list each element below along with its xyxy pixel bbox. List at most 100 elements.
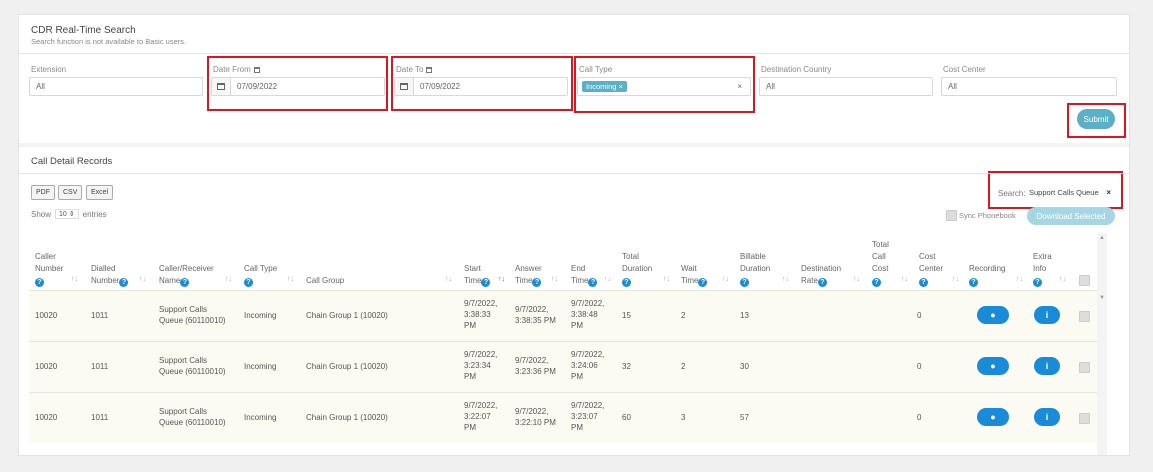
pdf-button[interactable]: PDF xyxy=(31,185,55,200)
extension-select[interactable]: All xyxy=(29,77,203,96)
duration-cell: 60 xyxy=(622,413,631,422)
col-caller-receiver-name[interactable]: Caller/Receiver Name? xyxy=(159,263,214,287)
call-type-cell: Incoming xyxy=(244,311,277,320)
sync-phonebook[interactable]: Sync Phonebook xyxy=(946,210,1016,221)
divider xyxy=(19,53,1129,54)
sort-arrows-icon[interactable]: ↑↓ xyxy=(225,276,232,283)
start-time-cell: 9/7/2022, 3:23:34 PM xyxy=(464,350,498,381)
sort-arrows-icon[interactable]: ↑↓ xyxy=(287,276,294,283)
start-time-cell: 9/7/2022, 3:38:33 PM xyxy=(464,299,498,330)
name-cell: Support Calls Queue (60110010) xyxy=(159,356,226,376)
sort-arrows-icon[interactable]: ↑↓ xyxy=(722,276,729,283)
col-answer-time[interactable]: Answer Time? xyxy=(515,263,542,287)
col-dialled-number[interactable]: Dialled Number? xyxy=(91,263,129,287)
cost-center-value: All xyxy=(948,82,957,91)
info-button[interactable]: i xyxy=(1034,357,1060,375)
sort-arrows-icon[interactable]: ↑↓ xyxy=(551,276,558,283)
col-call-type[interactable]: Call Type ? xyxy=(244,263,277,287)
cdr-page: CDR Real-Time Search Search function is … xyxy=(18,14,1130,456)
question-circle-icon: ? xyxy=(740,278,749,287)
info-button[interactable]: i xyxy=(1034,306,1060,324)
scroll-up-icon[interactable]: ▲ xyxy=(1099,235,1105,241)
answer-time-cell: 9/7/2022, 3:22:10 PM xyxy=(515,407,556,427)
search-clear-icon[interactable]: × xyxy=(1106,188,1111,197)
col-recording[interactable]: Recording ? xyxy=(969,263,1005,287)
col-destination-rate[interactable]: Destination Rate? xyxy=(801,263,841,287)
col-start-time[interactable]: Start Time? xyxy=(464,263,491,287)
wait-cell: 2 xyxy=(681,362,686,371)
cost-center-cell: 0 xyxy=(917,311,922,320)
caller-number-cell: 10020 xyxy=(35,413,58,422)
caller-number-cell: 10020 xyxy=(35,362,58,371)
sort-arrows-icon[interactable]: ↑↓ xyxy=(1016,276,1023,283)
question-circle-icon: ? xyxy=(969,278,978,287)
entries-select[interactable]: 10 ⇕ xyxy=(55,209,79,219)
name-cell: Support Calls Queue (60110010) xyxy=(159,305,226,325)
col-total-duration[interactable]: Total Duration ? xyxy=(622,251,652,287)
info-button[interactable]: i xyxy=(1034,408,1060,426)
col-total-call-cost[interactable]: Total Call Cost ? xyxy=(872,239,889,287)
sort-arrows-icon[interactable]: ↑↓ xyxy=(498,276,505,283)
recording-button[interactable]: ● xyxy=(977,306,1009,324)
destination-country-select[interactable]: All xyxy=(759,77,933,96)
table-row: 10020 1011 Support Calls Queue (60110010… xyxy=(29,290,1104,341)
call-group-cell: Chain Group 1 (10020) xyxy=(306,413,388,422)
sort-arrows-icon[interactable]: ↑↓ xyxy=(952,276,959,283)
question-circle-icon: ? xyxy=(622,278,631,287)
search-input[interactable]: Support Calls Queue × xyxy=(1029,183,1113,201)
sort-arrows-icon[interactable]: ↑↓ xyxy=(853,276,860,283)
section-divider xyxy=(19,143,1129,147)
microphone-icon: ● xyxy=(990,412,996,422)
microphone-icon: ● xyxy=(990,310,996,320)
question-circle-icon: ? xyxy=(919,278,928,287)
info-icon: i xyxy=(1045,310,1049,320)
select-all-checkbox[interactable] xyxy=(1079,275,1090,286)
caller-number-cell: 10020 xyxy=(35,311,58,320)
billable-cell: 13 xyxy=(740,311,749,320)
excel-button[interactable]: Excel xyxy=(86,185,114,200)
table-scrollbar[interactable]: ▲ ▼ xyxy=(1097,233,1107,455)
sort-arrows-icon[interactable]: ↑↓ xyxy=(445,276,452,283)
question-circle-icon: ? xyxy=(119,278,129,287)
end-time-cell: 9/7/2022, 3:23:07 PM xyxy=(571,401,605,432)
call-group-cell: Chain Group 1 (10020) xyxy=(306,311,388,320)
sync-checkbox[interactable] xyxy=(946,210,957,221)
sort-arrows-icon[interactable]: ↑↓ xyxy=(604,276,611,283)
recording-button[interactable]: ● xyxy=(977,408,1009,426)
cost-center-select[interactable]: All xyxy=(941,77,1117,96)
entries-length: Show 10 ⇕ entries xyxy=(31,209,107,219)
scroll-down-icon[interactable]: ▼ xyxy=(1099,295,1105,301)
billable-cell: 57 xyxy=(740,413,749,422)
row-checkbox[interactable] xyxy=(1079,362,1090,373)
col-call-group[interactable]: Call Group xyxy=(306,275,344,287)
question-circle-icon: ? xyxy=(817,278,827,287)
wait-cell: 2 xyxy=(681,311,686,320)
col-cost-center[interactable]: Cost Center ? xyxy=(919,251,943,287)
download-selected-button[interactable]: Download Selected xyxy=(1027,207,1115,225)
sort-arrows-icon[interactable]: ↑↓ xyxy=(139,276,146,283)
sort-arrows-icon[interactable]: ↑↓ xyxy=(663,276,670,283)
end-time-cell: 9/7/2022, 3:24:06 PM xyxy=(571,350,605,381)
csv-button[interactable]: CSV xyxy=(58,185,83,200)
sort-arrows-icon[interactable]: ↑↓ xyxy=(71,276,78,283)
duration-cell: 15 xyxy=(622,311,631,320)
dialled-number-cell: 1011 xyxy=(91,362,109,371)
row-checkbox[interactable] xyxy=(1079,311,1090,322)
col-billable-duration[interactable]: Billable Duration ? xyxy=(740,251,770,287)
sort-arrows-icon[interactable]: ↑↓ xyxy=(1059,276,1066,283)
highlight-box xyxy=(207,56,388,111)
answer-time-cell: 9/7/2022, 3:38:35 PM xyxy=(515,305,556,325)
info-icon: i xyxy=(1045,412,1049,422)
col-wait-time[interactable]: Wait Time? xyxy=(681,263,708,287)
recording-button[interactable]: ● xyxy=(977,357,1009,375)
sort-arrows-icon[interactable]: ↑↓ xyxy=(901,276,908,283)
col-caller-number[interactable]: Caller Number ? xyxy=(35,251,63,287)
sort-arrows-icon[interactable]: ↑↓ xyxy=(782,276,789,283)
duration-cell: 32 xyxy=(622,362,631,371)
col-end-time[interactable]: End Time? xyxy=(571,263,598,287)
row-checkbox[interactable] xyxy=(1079,413,1090,424)
wait-cell: 3 xyxy=(681,413,686,422)
col-extra-info[interactable]: Extra Info ? xyxy=(1033,251,1052,287)
extension-label: Extension xyxy=(31,65,67,74)
dialled-number-cell: 1011 xyxy=(91,413,109,422)
